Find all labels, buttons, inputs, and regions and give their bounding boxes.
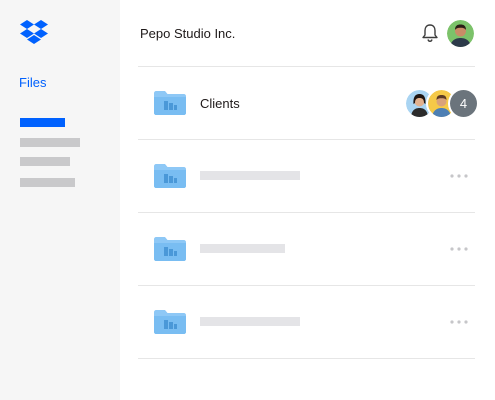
folder-name-placeholder	[200, 317, 300, 326]
more-options-icon[interactable]	[449, 319, 469, 325]
shared-folder-icon	[154, 164, 186, 188]
dropbox-logo-icon[interactable]	[20, 20, 48, 46]
sidebar: Files	[0, 0, 120, 400]
list-item[interactable]	[138, 286, 475, 358]
member-count-badge: 4	[450, 90, 477, 117]
more-options-icon[interactable]	[449, 246, 469, 252]
more-options-icon[interactable]	[449, 173, 469, 179]
sidebar-item-files[interactable]: Files	[19, 75, 46, 90]
folder-name-placeholder	[200, 244, 285, 253]
row-divider	[138, 358, 475, 359]
shared-folder-icon	[154, 310, 186, 334]
sidebar-item-active-placeholder[interactable]	[20, 118, 65, 127]
sidebar-item-placeholder[interactable]	[20, 178, 75, 187]
shared-folder-icon	[154, 237, 186, 261]
list-item[interactable]	[138, 140, 475, 212]
folder-name-placeholder	[200, 171, 300, 180]
user-avatar[interactable]	[447, 20, 474, 47]
list-item[interactable]: Clients 4	[138, 67, 477, 139]
shared-members[interactable]: 4	[406, 90, 477, 117]
sidebar-item-placeholder[interactable]	[20, 157, 70, 166]
bell-icon[interactable]	[421, 23, 439, 43]
folder-name[interactable]: Clients	[200, 96, 240, 111]
list-item[interactable]	[138, 213, 475, 285]
sidebar-item-placeholder[interactable]	[20, 138, 80, 147]
shared-folder-icon	[154, 91, 186, 115]
page-title: Pepo Studio Inc.	[140, 26, 236, 41]
